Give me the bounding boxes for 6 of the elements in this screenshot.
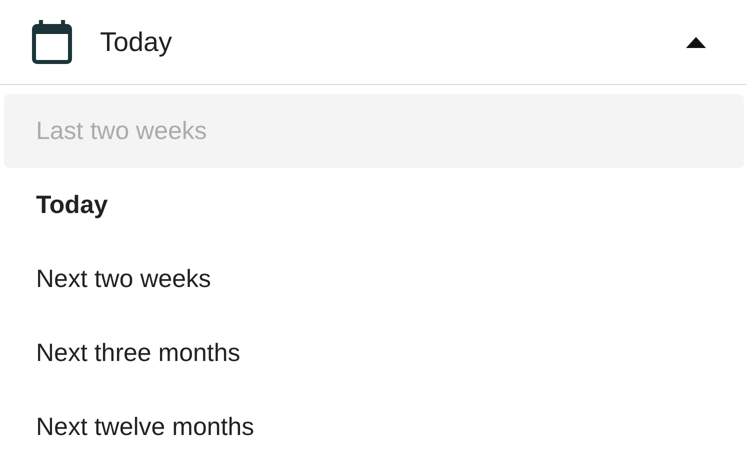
dropdown-option[interactable]: Today	[4, 168, 744, 242]
dropdown-option[interactable]: Next two weeks	[4, 242, 744, 316]
caret-icon	[686, 36, 706, 48]
dropdown-option[interactable]: Next three months	[4, 316, 744, 390]
calendar-icon	[32, 20, 72, 64]
dropdown-option[interactable]: Next twelve months	[4, 390, 744, 456]
